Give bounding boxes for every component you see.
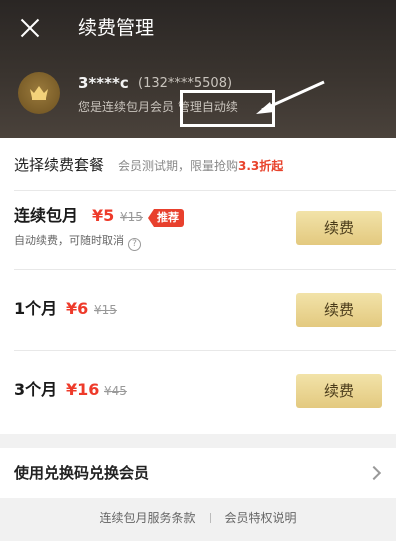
- question-icon[interactable]: ?: [128, 238, 141, 251]
- plan-original-price: ¥15: [120, 210, 143, 224]
- avatar: [18, 72, 60, 114]
- plan-row-monthly-auto[interactable]: 连续包月 ¥5 ¥15 推荐 自动续费，可随时取消? 续费: [0, 190, 396, 260]
- plan-original-price: ¥15: [94, 303, 117, 317]
- renew-button[interactable]: 续费: [296, 374, 382, 408]
- footer-divider: [209, 513, 211, 523]
- close-icon[interactable]: [18, 16, 42, 40]
- plans-card: 选择续费套餐 会员测试期，限量抢购3.3折起 连续包月 ¥5 ¥15 推荐 自动…: [0, 138, 396, 434]
- redeem-label: 使用兑换码兑换会员: [14, 464, 150, 482]
- plan-name: 连续包月: [14, 206, 79, 225]
- crown-icon: [30, 86, 48, 100]
- terms-link[interactable]: 连续包月服务条款: [99, 511, 195, 525]
- plan-row-3-months[interactable]: 3个月 ¥16 ¥45 续费: [0, 353, 396, 432]
- section-subtitle-text: 会员测试期，限量抢购: [118, 159, 239, 173]
- header: 续费管理 3****c (132****5508) 您是连续包月会员 管理自动续: [0, 0, 396, 138]
- section-subtitle: 会员测试期，限量抢购3.3折起: [118, 156, 283, 176]
- user-name: 3****c: [78, 74, 129, 92]
- plan-original-price: ¥45: [104, 384, 127, 398]
- renew-button[interactable]: 续费: [296, 293, 382, 327]
- discount-highlight: 3.3折起: [238, 159, 284, 173]
- plan-price: ¥16: [66, 380, 100, 399]
- plan-row-1-month[interactable]: 1个月 ¥6 ¥15 续费: [0, 272, 396, 346]
- annotation-arrow-icon: [256, 80, 325, 114]
- privileges-link[interactable]: 会员特权说明: [225, 511, 297, 525]
- page-title: 续费管理: [78, 17, 155, 39]
- divider: [14, 350, 396, 351]
- plan-note-text: 自动续费，可随时取消: [14, 234, 124, 247]
- section-title: 选择续费套餐: [14, 156, 105, 174]
- plan-price: ¥5: [92, 206, 115, 225]
- recommend-badge: 推荐: [148, 209, 184, 227]
- plan-note: 自动续费，可随时取消?: [14, 232, 141, 251]
- footer-links: 连续包月服务条款 会员特权说明: [0, 505, 396, 531]
- redeem-code-row[interactable]: 使用兑换码兑换会员: [0, 448, 396, 498]
- renew-button[interactable]: 续费: [296, 211, 382, 245]
- plan-name: 1个月: [14, 299, 58, 318]
- plan-name: 3个月: [14, 380, 58, 399]
- plan-price: ¥6: [66, 299, 89, 318]
- divider: [14, 269, 396, 270]
- chevron-right-icon: [366, 465, 382, 481]
